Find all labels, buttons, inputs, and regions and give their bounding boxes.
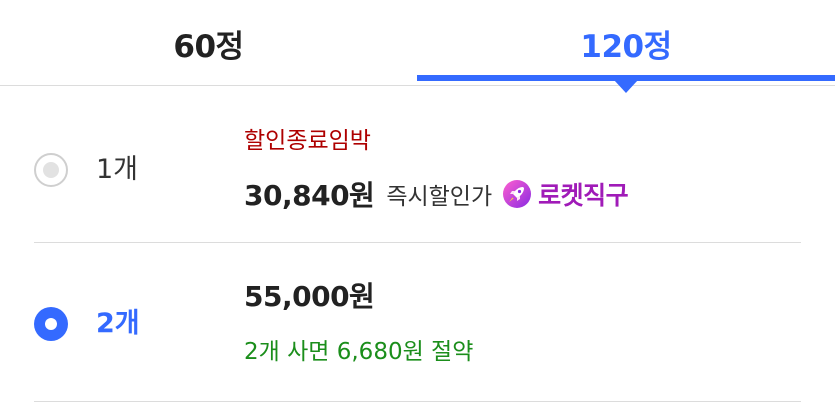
savings-label: 2개 사면 6,680원 절약: [244, 339, 474, 365]
rocket-icon: [503, 180, 532, 208]
instant-discount-label: 즉시할인가: [386, 184, 493, 210]
option-price: 55,000원: [244, 280, 375, 313]
option-price: 30,840원: [244, 179, 375, 212]
price-row: 30,840원 즉시할인가 로켓직구: [244, 174, 629, 214]
rocket-direct-label: 로켓직구: [538, 181, 629, 210]
quantity-option-1[interactable]: 1개 할인종료임박 30,840원 즉시할인가 로켓직구: [0, 86, 835, 242]
tab-60[interactable]: 60정: [0, 0, 417, 86]
tab-120[interactable]: 120정: [417, 0, 835, 86]
radio-selected[interactable]: [34, 307, 68, 341]
discount-ending-label: 할인종료임박: [244, 128, 371, 154]
option-quantity-label: 1개: [96, 154, 139, 185]
option-quantity-label: 2개: [96, 308, 140, 339]
option-divider: [34, 401, 801, 402]
radio-unselected[interactable]: [34, 153, 68, 187]
quantity-option-2[interactable]: 2개 55,000원 2개 사면 6,680원 절약: [0, 243, 835, 399]
pack-size-tabs: 60정 120정: [0, 0, 835, 93]
